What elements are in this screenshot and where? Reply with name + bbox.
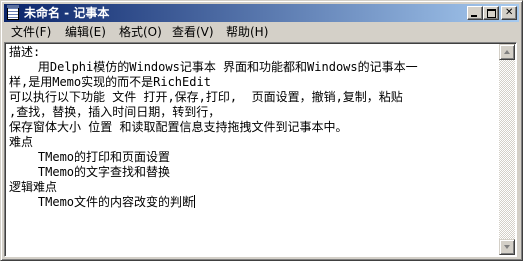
title-bar[interactable]: 未命名 - 记事本 ✕	[4, 4, 519, 22]
text-line: ,查找，替换，插入时间日期，转到行，	[9, 105, 221, 119]
notepad-icon[interactable]	[7, 5, 19, 20]
text-line: 样,是用Memo实现的而不是RichEdit	[9, 75, 211, 89]
menu-format[interactable]: 格式(O)	[119, 23, 162, 42]
close-button[interactable]: ✕	[501, 6, 517, 20]
text-line: 可以执行以下功能 文件 打开,保存,打印, 页面设置，撤销,复制，粘贴	[9, 90, 403, 104]
maximize-icon	[487, 9, 496, 18]
text-area[interactable]: 描述: 用Delphi模仿的Windows记事本 界面和功能都和Windows的…	[9, 45, 496, 253]
arrow-down-icon	[504, 245, 510, 249]
scroll-down-button[interactable]	[499, 239, 515, 255]
text-line: 描述:	[9, 45, 41, 59]
text-editor[interactable]: 描述: 用Delphi模仿的Windows记事本 界面和功能都和Windows的…	[4, 42, 517, 257]
menu-bar: 文件(F) 编辑(E) 格式(O) 查看(V) 帮助(H)	[4, 23, 519, 42]
notepad-window: 未命名 - 记事本 ✕ 文件(F) 编辑(E) 格式(O) 查看(V) 帮助(H…	[0, 0, 523, 261]
window-title: 未命名 - 记事本	[24, 6, 110, 20]
menu-view[interactable]: 查看(V)	[172, 23, 214, 42]
arrow-up-icon	[504, 50, 510, 54]
text-line-content: TMemo文件的内容改变的判断	[9, 195, 195, 209]
menu-file[interactable]: 文件(F)	[11, 23, 51, 42]
text-caret	[194, 195, 196, 208]
text-line: 保存窗体大小 位置 和读取配置信息支持拖拽文件到记事本中。	[9, 120, 348, 134]
text-line: TMemo的打印和页面设置	[9, 150, 171, 164]
text-line: 用Delphi模仿的Windows记事本 界面和功能都和Windows的记事本一	[9, 60, 418, 74]
close-icon: ✕	[505, 7, 514, 18]
menu-edit[interactable]: 编辑(E)	[65, 23, 106, 42]
minimize-icon	[471, 15, 477, 17]
scroll-up-button[interactable]	[499, 44, 515, 60]
text-line: TMemo的文字查找和替换	[9, 165, 171, 179]
minimize-button[interactable]	[467, 6, 483, 20]
text-line-last: TMemo文件的内容改变的判断	[9, 195, 496, 210]
maximize-button[interactable]	[483, 6, 499, 20]
text-line: 难点	[9, 135, 34, 149]
text-line: 逻辑难点	[9, 180, 58, 194]
vertical-scrollbar[interactable]	[499, 44, 515, 255]
menu-help[interactable]: 帮助(H)	[226, 23, 268, 42]
